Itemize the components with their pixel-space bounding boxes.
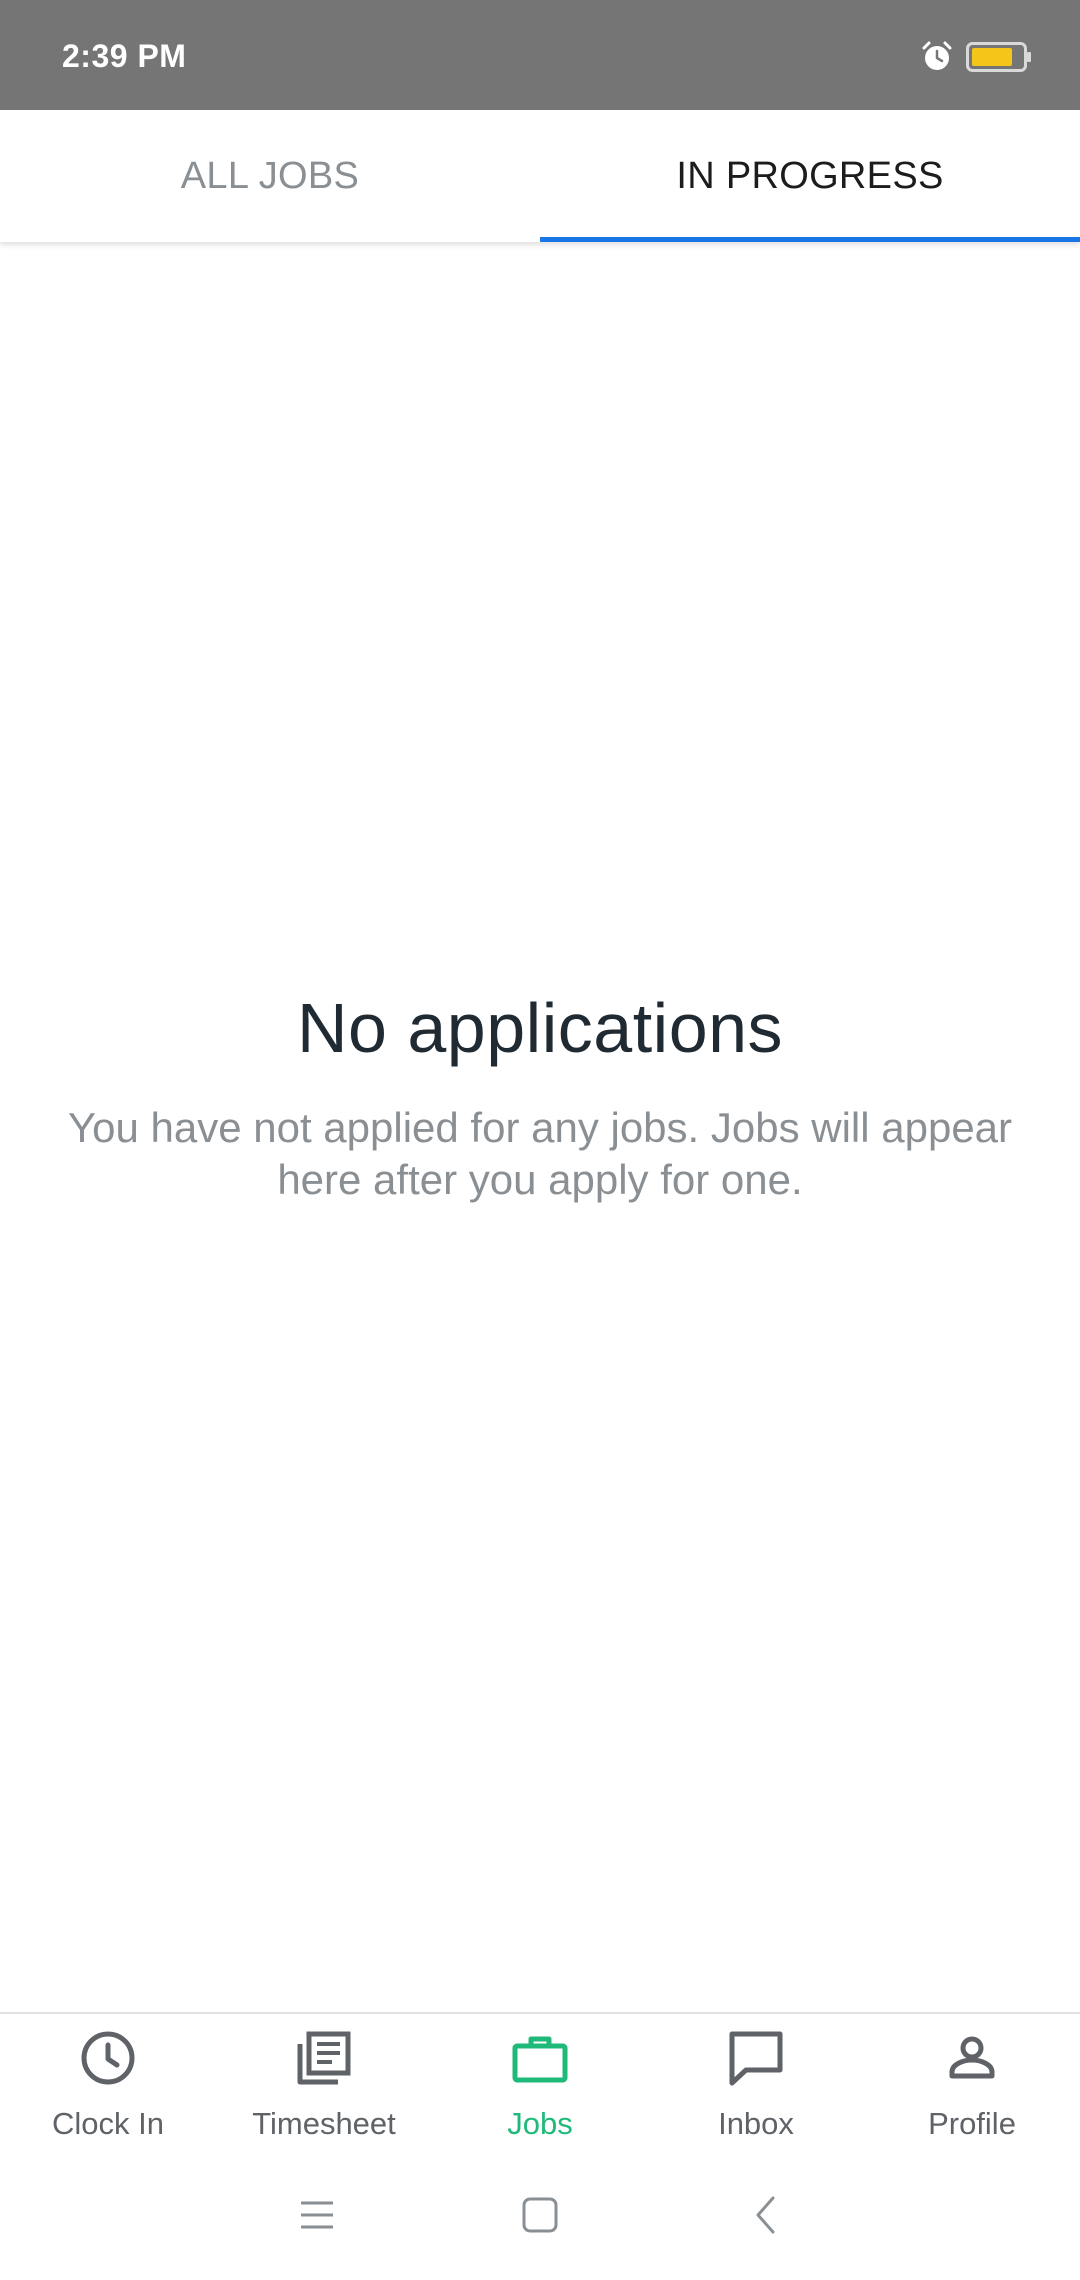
empty-state-description: You have not applied for any jobs. Jobs … bbox=[67, 1104, 1013, 1203]
clock-icon bbox=[81, 2031, 135, 2085]
system-navigation-bar bbox=[0, 2150, 1080, 2280]
menu-icon[interactable] bbox=[294, 2192, 340, 2238]
nav-label-timesheet: Timesheet bbox=[252, 2106, 396, 2141]
back-icon[interactable] bbox=[744, 2192, 790, 2238]
person-icon bbox=[949, 2036, 995, 2079]
chat-icon bbox=[729, 2031, 783, 2086]
tab-in-progress[interactable]: IN PROGRESS bbox=[540, 110, 1080, 242]
empty-state-title: No applications bbox=[296, 989, 784, 1067]
nav-label-clock-in: Clock In bbox=[52, 2106, 164, 2141]
home-icon[interactable] bbox=[517, 2192, 563, 2238]
tab-in-progress-label: IN PROGRESS bbox=[676, 154, 944, 197]
tab-all-jobs-label: ALL JOBS bbox=[180, 154, 360, 197]
nav-label-inbox: Inbox bbox=[718, 2106, 794, 2141]
bottom-navigation: Clock In Timesheet Jobs Inbox Profile bbox=[0, 2012, 1080, 2150]
app-screen: 2:39 PM ALL JOBS IN PROGRESS No applicat… bbox=[0, 0, 1080, 2280]
nav-item-jobs[interactable]: Jobs bbox=[432, 2014, 648, 2150]
alarm-icon bbox=[922, 41, 952, 70]
nav-item-clock-in[interactable]: Clock In bbox=[0, 2014, 216, 2150]
tab-all-jobs[interactable]: ALL JOBS bbox=[0, 110, 540, 242]
job-tabs: ALL JOBS IN PROGRESS bbox=[0, 110, 1080, 242]
status-time: 2:39 PM bbox=[62, 38, 187, 74]
status-bar: 2:39 PM bbox=[0, 0, 1080, 110]
nav-item-inbox[interactable]: Inbox bbox=[648, 2014, 864, 2150]
timesheet-icon bbox=[297, 2031, 351, 2085]
nav-item-timesheet[interactable]: Timesheet bbox=[216, 2014, 432, 2150]
active-tab-indicator bbox=[540, 237, 1080, 242]
nav-label-jobs: Jobs bbox=[507, 2106, 573, 2141]
nav-item-profile[interactable]: Profile bbox=[864, 2014, 1080, 2150]
nav-label-profile: Profile bbox=[928, 2106, 1016, 2141]
briefcase-icon bbox=[512, 2036, 568, 2083]
battery-icon bbox=[966, 42, 1031, 72]
